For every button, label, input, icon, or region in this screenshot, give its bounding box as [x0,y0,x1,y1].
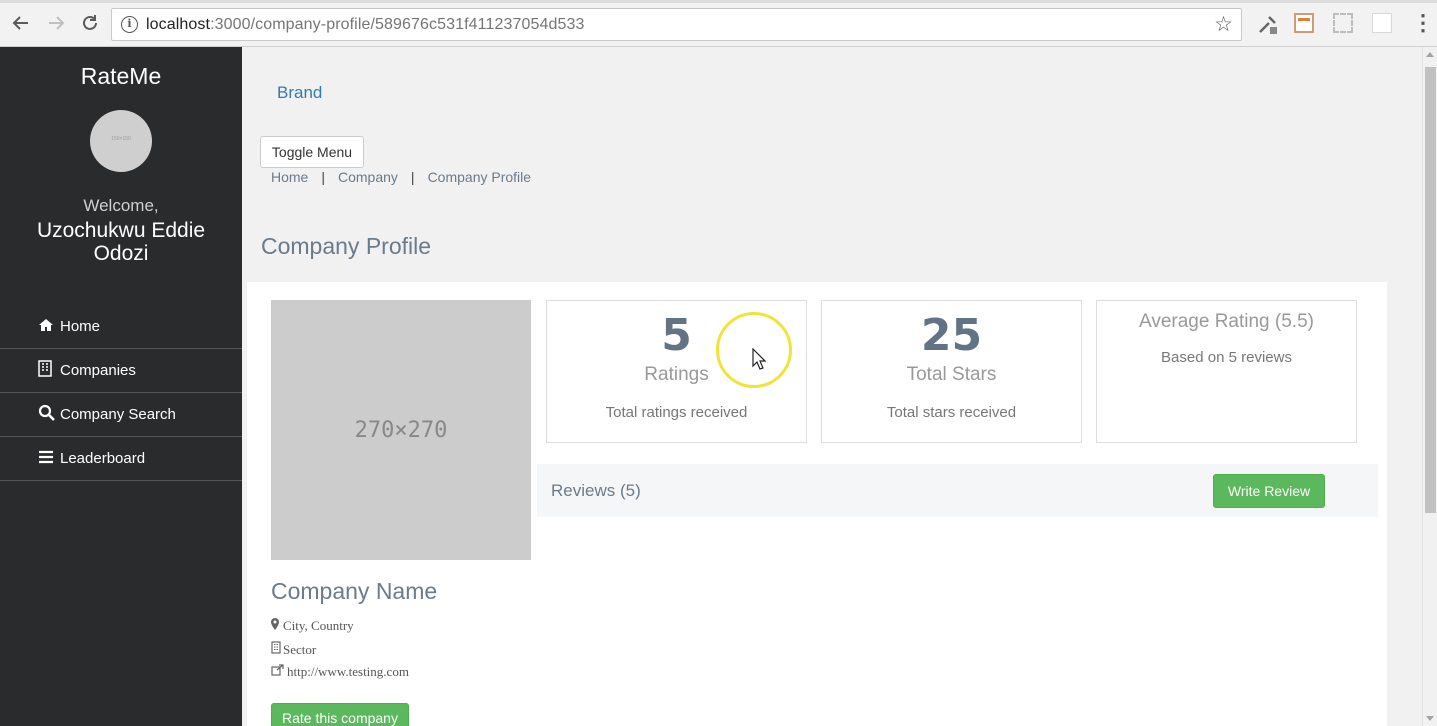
main-content: Brand Toggle Menu Home | Company | Company P… [242,47,1422,726]
sidebar-item-label: Companies [60,362,136,379]
sidebar-menu: Home Companies Company Search Leaderboar… [0,305,242,481]
sidebar-item-leaderboard[interactable]: Leaderboard [0,437,242,481]
scrollbar-thumb[interactable] [1425,67,1436,513]
arrow-left-icon [12,16,28,30]
company-image: 270×270 [271,300,531,560]
company-location-text: City, Country [283,618,354,633]
app-name: RateMe [80,63,162,89]
tab-strip-edge [0,0,1437,3]
company-website: http://www.testing.com [271,664,409,680]
company-website-link[interactable]: http://www.testing.com [287,664,409,679]
bars-icon [38,450,60,468]
sidebar-item-companies[interactable]: Companies [0,349,242,393]
welcome-text: Welcome, [83,196,159,215]
url-host: localhost [146,16,211,33]
site-info-icon[interactable]: i [121,16,138,33]
extension-icon[interactable] [1372,13,1392,33]
stars-stat-card: 25 Total Stars Total stars received [821,300,1082,443]
company-panel: 270×270 Company Name City, Country Secto… [247,282,1387,726]
company-location: City, Country [271,618,354,634]
page-scrollbar[interactable] [1422,47,1437,726]
browser-toolbar: i localhost:3000/company-profile/589676c… [0,0,1437,47]
breadcrumb: Home | Company | Company Profile [271,169,531,185]
extension-icon[interactable] [1333,13,1353,33]
company-name: Company Name [271,578,438,604]
sidebar: RateMe 150×150 Welcome, Uzochukwu Eddie … [0,47,242,726]
breadcrumb-company[interactable]: Company [338,169,398,185]
reviews-title: Reviews (5) [551,481,641,500]
reload-button[interactable] [77,10,103,36]
sidebar-item-label: Company Search [60,406,176,423]
company-sector-text: Sector [283,642,317,657]
forward-button[interactable] [43,10,69,36]
sidebar-item-company-search[interactable]: Company Search [0,393,242,437]
scroll-down-arrow-icon[interactable] [1426,716,1434,721]
building-icon [271,641,283,657]
sidebar-item-label: Leaderboard [60,450,146,467]
eyedropper-extension-icon[interactable] [1257,13,1277,34]
write-review-button[interactable]: Write Review [1213,474,1325,508]
avatar: 150×150 [90,110,152,172]
avatar-placeholder-text: 150×150 [111,136,131,142]
stars-count: 25 [920,310,983,361]
back-button[interactable] [8,10,34,36]
company-sector: Sector [271,641,316,658]
reload-icon [83,15,97,30]
ratings-subtext: Total ratings received [605,404,748,421]
arrow-right-icon [49,16,65,30]
reviews-header: Reviews (5) Write Review [537,464,1378,517]
home-icon [38,318,60,336]
breadcrumb-home[interactable]: Home [271,169,308,185]
average-rating-card: Average Rating (5.5) Based on 5 reviews [1096,300,1357,443]
average-rating-label: Average Rating (5.5) [1139,311,1314,332]
breadcrumb-separator: | [321,169,325,185]
building-icon [38,360,60,381]
url-path: :3000/company-profile/589676c531f4112370… [210,16,585,33]
external-link-icon [271,664,287,679]
toggle-menu-button[interactable]: Toggle Menu [260,136,364,168]
scroll-up-arrow-icon[interactable] [1426,52,1434,57]
stars-label: Total Stars [906,364,997,385]
extension-icon[interactable] [1294,13,1314,33]
url-text[interactable]: localhost:3000/company-profile/589676c53… [146,16,584,34]
page-title: Company Profile [261,233,432,259]
brand-link[interactable]: Brand [277,83,322,103]
sidebar-item-label: Home [60,318,101,335]
rate-company-button[interactable]: Rate this company [271,703,409,726]
mouse-pointer-icon [752,348,766,370]
breadcrumb-company-profile[interactable]: Company Profile [428,169,532,185]
address-bar[interactable]: i localhost:3000/company-profile/589676c… [111,8,1242,41]
average-rating-subtext: Based on 5 reviews [1161,349,1292,366]
search-icon [38,404,60,425]
user-name: Uzochukwu Eddie Odozi [36,219,206,265]
menu-icon[interactable]: ⋮ [1412,10,1434,36]
sidebar-item-home[interactable]: Home [0,305,242,349]
stars-subtext: Total stars received [886,404,1017,421]
star-icon[interactable]: ☆ [1214,12,1233,37]
breadcrumb-separator: | [410,169,415,185]
map-marker-icon [271,618,283,633]
